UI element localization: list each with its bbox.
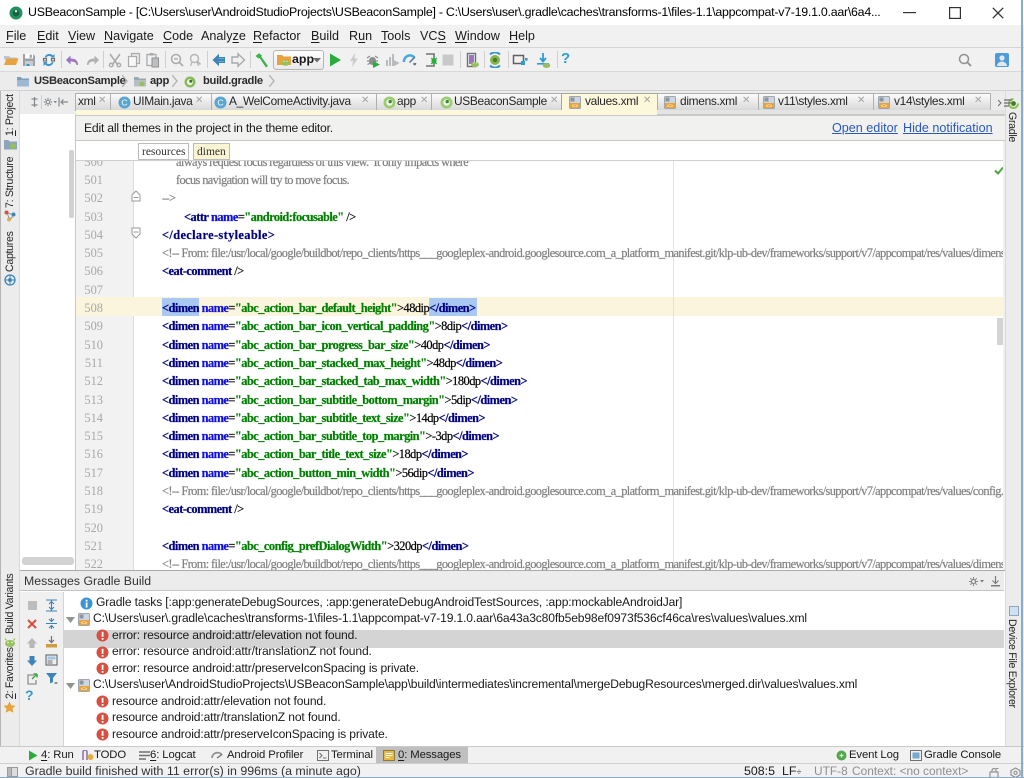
svg-text:<>: <> xyxy=(766,102,773,109)
svg-text:<>: <> xyxy=(81,619,88,626)
svg-text:<>: <> xyxy=(881,102,888,109)
svg-text:<>: <> xyxy=(667,102,674,109)
svg-text:C: C xyxy=(217,98,223,108)
svg-text:<>: <> xyxy=(572,102,579,109)
svg-text:C: C xyxy=(121,98,127,108)
svg-text:<>: <> xyxy=(81,685,88,692)
